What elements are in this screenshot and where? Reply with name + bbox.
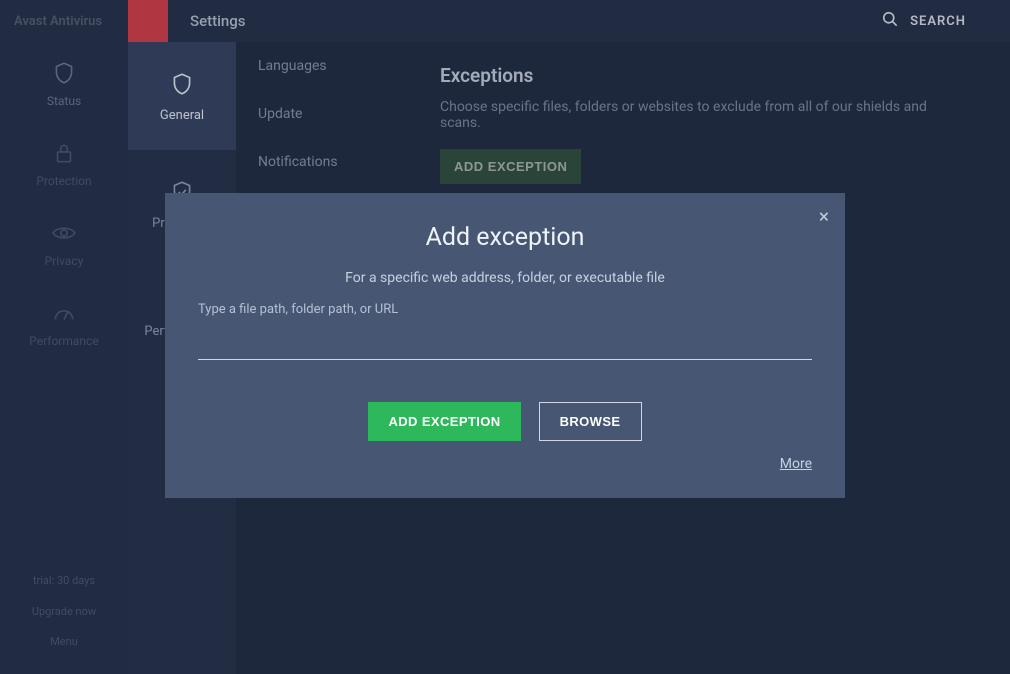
path-input-label: Type a file path, folder path, or URL bbox=[198, 302, 812, 317]
nav-footer: trial: 30 days Upgrade now Menu bbox=[0, 565, 128, 656]
nav-item-label: Performance bbox=[29, 334, 98, 348]
app-root: Avast Antivirus Settings SEARCH Status P… bbox=[0, 0, 1010, 674]
exception-path-input[interactable] bbox=[198, 323, 812, 360]
add-exception-button[interactable]: ADD EXCEPTION bbox=[440, 149, 581, 184]
modal-buttons: ADD EXCEPTION BROWSE bbox=[198, 402, 812, 441]
modal-description: For a specific web address, folder, or e… bbox=[198, 270, 812, 286]
submenu-item-update[interactable]: Update bbox=[236, 90, 436, 138]
trial-label: trial: 30 days bbox=[0, 565, 128, 597]
submenu-item-languages[interactable]: Languages bbox=[236, 42, 436, 90]
nav-item-status[interactable]: Status bbox=[0, 42, 128, 122]
nav-item-performance[interactable]: Performance bbox=[0, 282, 128, 362]
lock-icon bbox=[51, 140, 77, 166]
modal-close-button[interactable]: × bbox=[819, 205, 829, 228]
add-exception-modal: × Add exception For a specific web addre… bbox=[165, 193, 845, 498]
menu-button[interactable]: Menu bbox=[0, 628, 128, 656]
nav-item-privacy[interactable]: Privacy bbox=[0, 202, 128, 282]
nav-item-label: Status bbox=[47, 94, 81, 108]
search-button[interactable]: SEARCH bbox=[880, 0, 966, 42]
nav-item-label: Privacy bbox=[45, 254, 84, 268]
primary-nav: Status Protection Privacy Performance tr… bbox=[0, 42, 128, 674]
search-icon bbox=[880, 9, 900, 33]
shield-icon bbox=[169, 70, 195, 98]
nav-item-label: Protection bbox=[36, 174, 91, 188]
submenu-item-notifications[interactable]: Notifications bbox=[236, 138, 436, 186]
search-label: SEARCH bbox=[910, 14, 966, 29]
page-title: Settings bbox=[190, 12, 246, 30]
close-settings-button[interactable] bbox=[128, 0, 168, 42]
modal-add-exception-button[interactable]: ADD EXCEPTION bbox=[368, 402, 520, 441]
modal-more-row: More bbox=[198, 453, 812, 472]
brand-label: Avast Antivirus bbox=[0, 0, 128, 42]
topbar: Avast Antivirus Settings SEARCH bbox=[0, 0, 1010, 42]
modal-more-link[interactable]: More bbox=[780, 456, 812, 472]
eye-icon bbox=[51, 220, 77, 246]
close-icon: × bbox=[819, 205, 829, 228]
modal-title: Add exception bbox=[198, 223, 812, 252]
category-general[interactable]: General bbox=[128, 42, 236, 150]
upgrade-link[interactable]: Upgrade now bbox=[0, 596, 128, 628]
gauge-icon bbox=[51, 300, 77, 326]
shield-icon bbox=[51, 60, 77, 86]
content-subtext: Choose specific files, folders or websit… bbox=[440, 99, 962, 131]
nav-item-protection[interactable]: Protection bbox=[0, 122, 128, 202]
category-label: General bbox=[160, 108, 204, 123]
content-heading: Exceptions bbox=[440, 64, 962, 87]
modal-browse-button[interactable]: BROWSE bbox=[539, 402, 642, 441]
